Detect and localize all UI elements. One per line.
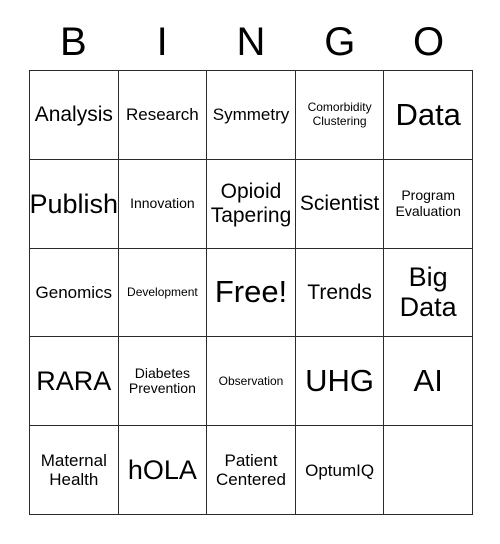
bingo-cell-label: OptumIQ (305, 460, 375, 480)
bingo-cell-label: Free! (214, 274, 288, 310)
bingo-cell-label: hOLA (127, 454, 197, 485)
bingo-cell[interactable]: OptumIQ (295, 426, 385, 515)
bingo-cell[interactable]: RARA (30, 337, 119, 427)
bingo-cell-label: Data (395, 96, 461, 132)
bingo-header-row: B I N G O (29, 14, 473, 70)
bingo-cell-empty[interactable] (384, 426, 473, 515)
bingo-cell-label: Opioid Tapering (210, 180, 292, 227)
bingo-cell-label: Scientist (299, 191, 380, 215)
bingo-cell-label: Publish (30, 188, 119, 219)
bingo-cell[interactable]: Innovation (118, 159, 208, 249)
bingo-cell-label: Diabetes Prevention (128, 364, 196, 397)
bingo-cell-label: Analysis (34, 103, 113, 127)
bingo-cell[interactable]: Patient Centered (207, 426, 296, 515)
bingo-cell[interactable]: Observation (207, 337, 296, 427)
bingo-grid: Analysis Research Symmetry Comorbidity C… (29, 70, 473, 515)
bingo-cell-label: Maternal Health (40, 451, 107, 490)
bingo-cell[interactable]: Research (118, 71, 208, 160)
bingo-cell[interactable]: UHG (295, 337, 385, 427)
bingo-cell[interactable]: Development (118, 248, 208, 338)
bingo-cell-label: AI (413, 362, 443, 398)
bingo-cell-label: Comorbidity Clustering (307, 100, 372, 128)
bingo-header-letter-g: G (324, 20, 356, 64)
bingo-cell[interactable]: Opioid Tapering (207, 159, 296, 249)
bingo-cell[interactable]: Big Data (384, 248, 473, 338)
bingo-cell[interactable]: Maternal Health (30, 426, 119, 515)
bingo-cell-label: Big Data (399, 262, 457, 323)
bingo-cell[interactable]: Diabetes Prevention (118, 337, 208, 427)
bingo-cell[interactable]: Publish (30, 159, 119, 249)
bingo-cell-label: Trends (307, 280, 372, 304)
bingo-cell[interactable]: Genomics (30, 248, 119, 338)
bingo-header-letter-o: O (413, 20, 445, 64)
bingo-cell[interactable]: AI (384, 337, 473, 427)
bingo-header-letter-b: B (60, 20, 87, 64)
bingo-cell-label: Program Evaluation (395, 187, 461, 219)
bingo-cell-label: Symmetry (212, 105, 290, 125)
bingo-cell-free[interactable]: Free! (207, 248, 296, 338)
bingo-cell-label: UHG (305, 362, 375, 398)
bingo-cell[interactable]: hOLA (118, 426, 208, 515)
bingo-cell[interactable]: Analysis (30, 71, 119, 160)
bingo-cell-label: Genomics (35, 282, 113, 302)
bingo-header-letter-n: N (236, 20, 266, 64)
bingo-cell[interactable]: Program Evaluation (384, 159, 473, 249)
bingo-cell-label: Development (127, 284, 198, 299)
bingo-cell-label: Observation (218, 373, 284, 388)
bingo-header-letter-i: I (156, 20, 168, 64)
bingo-cell-label: Patient Centered (216, 451, 286, 490)
bingo-cell-label: Innovation (130, 194, 195, 211)
bingo-cell-label: Research (126, 105, 199, 125)
bingo-card: B I N G O Analysis Research Symmetry Com… (0, 0, 500, 544)
bingo-cell[interactable]: Scientist (295, 159, 385, 249)
bingo-cell[interactable]: Symmetry (207, 71, 296, 160)
bingo-cell[interactable]: Comorbidity Clustering (295, 71, 385, 160)
bingo-cell[interactable]: Trends (295, 248, 385, 338)
bingo-cell[interactable]: Data (384, 71, 473, 160)
bingo-cell-label: RARA (36, 366, 112, 397)
